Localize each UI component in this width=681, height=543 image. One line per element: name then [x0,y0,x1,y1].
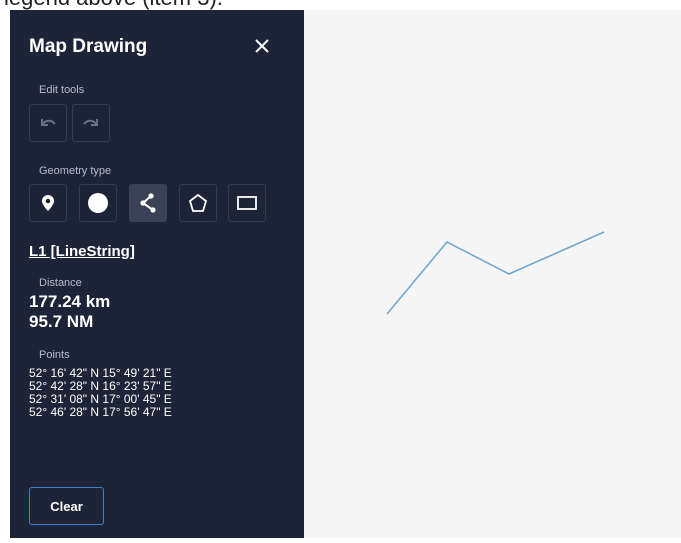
points-list: 52° 16' 42" N 15° 49' 21" E 52° 42' 28" … [29,367,172,419]
drawn-linestring [386,231,605,315]
undo-icon [41,119,56,126]
distance-label: Distance [39,277,82,289]
geometry-circle-button[interactable] [79,184,117,222]
clear-button[interactable]: Clear [29,487,104,525]
geometry-polygon-button[interactable] [179,184,217,222]
marker-icon [42,195,54,211]
feature-name-link[interactable]: L1 [LineString] [29,243,135,260]
circle-icon [88,193,108,213]
undo-button[interactable] [29,104,67,142]
distance-nm: 95.7 NM [29,312,94,331]
geometry-rectangle-button[interactable] [228,184,266,222]
redo-icon [83,119,98,126]
redo-button[interactable] [72,104,110,142]
map-canvas[interactable] [304,10,681,538]
geometry-marker-button[interactable] [29,184,67,222]
top-caption: legend above (item 3). [0,0,681,10]
points-label: Points [39,349,70,361]
rectangle-icon [237,196,257,210]
geometry-type-label: Geometry type [39,165,112,177]
polygon-icon [188,193,208,212]
edit-tools-label: Edit tools [39,84,85,96]
linestring-icon [140,193,156,213]
close-button[interactable] [250,34,274,58]
panel-title: Map Drawing [29,36,148,57]
geometry-linestring-button[interactable] [129,184,167,222]
point-item: 52° 46' 28" N 17° 56' 47" E [29,405,172,419]
distance-km: 177.24 km [29,292,111,311]
close-icon [255,39,269,53]
map-drawing-panel: Map Drawing Edit tools Geometry type L1 … [10,10,304,538]
